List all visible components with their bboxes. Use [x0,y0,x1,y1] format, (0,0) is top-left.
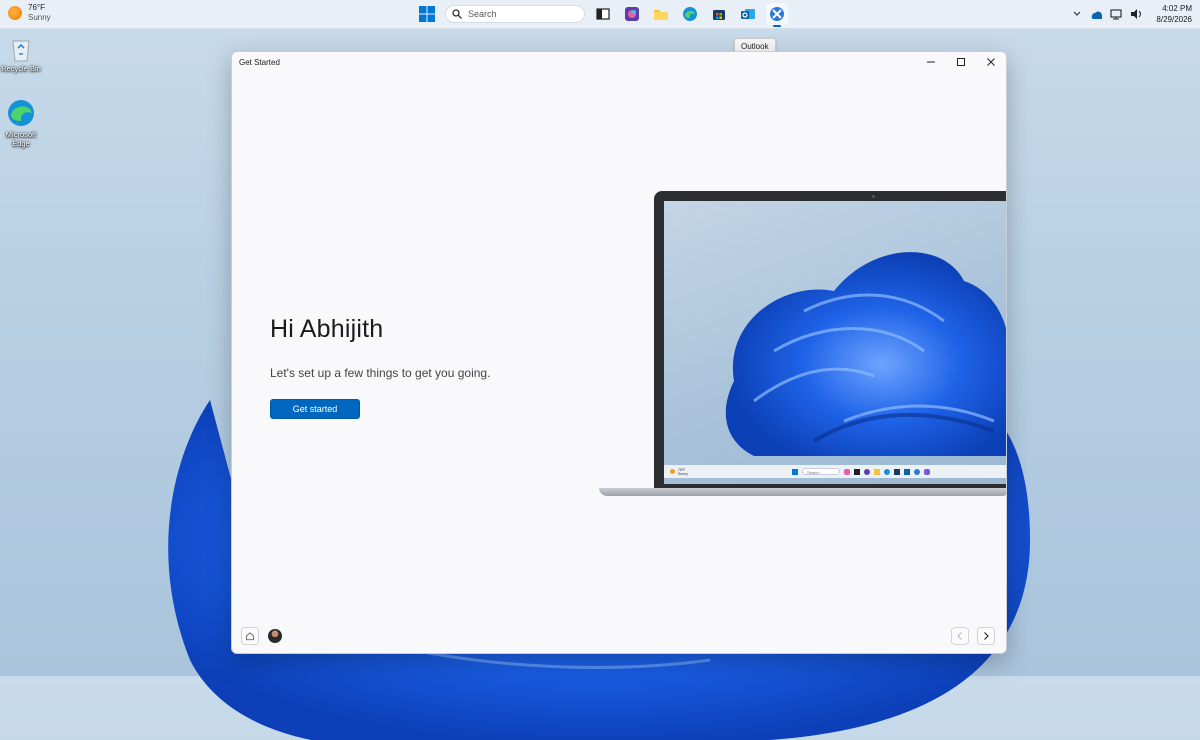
chevron-left-icon [957,632,962,640]
onedrive-icon[interactable] [1090,8,1103,20]
mini-search: Search [801,468,840,475]
mini-edge-icon [883,468,890,475]
desktop-icon-label: Microsoft Edge [5,130,37,148]
laptop-screen: 76°F Sunny Search [664,201,1006,484]
mini-outlook-icon [903,468,910,475]
chevron-up-icon[interactable] [1072,9,1082,19]
search-icon [452,9,462,19]
sun-icon [8,6,22,20]
greeting-subtitle: Let's set up a few things to get you goi… [270,366,491,380]
edge-icon [8,100,34,126]
webcam-dot [872,195,875,198]
mini-app-icon [913,468,920,475]
clock-time: 4:02 PM [1162,4,1192,13]
edge-icon [683,7,697,21]
taskbar-search[interactable]: Search [445,5,585,23]
volume-icon[interactable] [1130,8,1142,20]
mini-taskbar: 76°F Sunny Search [664,465,1006,478]
taskbar-app-get-started[interactable] [766,3,788,27]
taskbar-app-outlook[interactable] [737,3,759,25]
store-icon [713,10,725,20]
mini-app-icon [863,468,870,475]
clock[interactable]: 4:02 PM 8/29/2026 [1156,3,1192,25]
mini-weather-condition: Sunny [678,471,688,476]
taskbar-app-copilot[interactable] [621,3,643,25]
minimize-icon [927,61,935,63]
windows-logo-icon [419,6,435,22]
mini-store-icon [893,468,900,475]
get-started-icon [770,7,784,21]
get-started-window: Get Started Hi Abhijith Let's set up a f… [231,51,1007,654]
desktop-icon-recycle-bin[interactable]: Recycle Bin [0,36,43,73]
window-title: Get Started [239,58,280,67]
outlook-icon [741,9,755,19]
minimize-button[interactable] [916,52,946,72]
mini-app-icon [853,468,860,475]
taskbar: 76°F Sunny Search 4:02 PM 8/29/2026 [0,0,1200,29]
home-icon [246,632,254,641]
search-placeholder: Search [468,9,497,19]
copilot-icon [625,7,639,21]
chevron-right-icon [984,632,989,640]
folder-icon [654,10,668,20]
mini-sun-icon [670,469,675,474]
mini-start-icon [791,468,798,475]
task-view-button[interactable] [592,3,614,25]
clock-date: 8/29/2026 [1156,15,1192,24]
weather-temp: 76°F [28,3,45,12]
greeting-heading: Hi Abhijith [270,315,384,343]
mini-app-icon [843,468,850,475]
back-button[interactable] [951,627,969,645]
taskbar-app-file-explorer[interactable] [650,3,672,25]
mini-folder-icon [873,468,880,475]
taskbar-app-edge[interactable] [679,3,701,25]
avatar[interactable] [268,629,282,643]
desktop-icon-edge[interactable]: Microsoft Edge [0,98,43,148]
network-icon[interactable] [1110,8,1122,20]
desktop-icon-label: Recycle Bin [1,64,41,73]
weather-widget[interactable]: 76°F Sunny [8,3,51,23]
weather-condition: Sunny [28,13,51,22]
get-started-button[interactable]: Get started [270,399,360,419]
home-button[interactable] [241,627,259,645]
mini-app-icon [923,468,930,475]
close-icon [987,58,995,66]
system-tray: 4:02 PM 8/29/2026 [1072,3,1192,25]
bloom-wallpaper-graphic [725,252,1006,456]
next-button[interactable] [977,627,995,645]
task-view-icon [596,8,610,20]
laptop-base [599,488,1006,496]
maximize-icon [957,58,965,66]
taskbar-app-store[interactable] [708,3,730,25]
maximize-button[interactable] [946,52,976,72]
start-button[interactable] [416,3,438,25]
recycle-bin-icon [12,40,30,62]
title-bar[interactable]: Get Started [232,52,1006,72]
close-button[interactable] [976,52,1006,72]
